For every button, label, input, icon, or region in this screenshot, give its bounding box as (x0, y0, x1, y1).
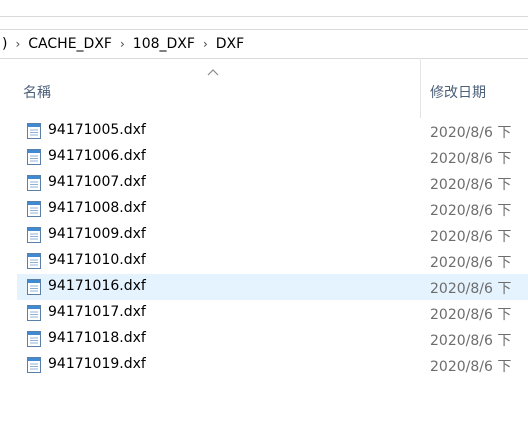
file-date-modified: 2020/8/6 下 (430, 177, 512, 193)
file-row[interactable]: 94171017.dxf 2020/8/6 下 (17, 300, 528, 326)
file-date-modified: 2020/8/6 下 (430, 333, 512, 349)
file-row[interactable]: 94171006.dxf 2020/8/6 下 (17, 144, 528, 170)
file-row[interactable]: 94171019.dxf 2020/8/6 下 (17, 352, 528, 378)
file-date-modified: 2020/8/6 下 (430, 203, 512, 219)
file-date-modified: 2020/8/6 下 (430, 125, 512, 141)
file-date-modified: 2020/8/6 下 (430, 255, 512, 271)
breadcrumb-separator-icon[interactable]: › (195, 37, 216, 51)
file-row[interactable]: 94171009.dxf 2020/8/6 下 (17, 222, 528, 248)
breadcrumb-item-cache-dxf[interactable]: CACHE_DXF (28, 36, 112, 52)
file-name: 94171007.dxf (48, 174, 146, 190)
breadcrumb-separator-icon[interactable]: › (7, 37, 28, 51)
file-row[interactable]: 94171016.dxf 2020/8/6 下 (17, 274, 528, 300)
text-document-icon (27, 227, 41, 243)
column-header-name[interactable]: 名稱 (23, 82, 51, 102)
file-name: 94171009.dxf (48, 226, 146, 242)
file-row[interactable]: 94171007.dxf 2020/8/6 下 (17, 170, 528, 196)
column-divider[interactable] (420, 58, 421, 118)
file-row[interactable]: 94171008.dxf 2020/8/6 下 (17, 196, 528, 222)
text-document-icon (27, 357, 41, 373)
text-document-icon (27, 279, 41, 295)
text-document-icon (27, 253, 41, 269)
file-row[interactable]: 94171005.dxf 2020/8/6 下 (17, 118, 528, 144)
file-name: 94171010.dxf (48, 252, 146, 268)
file-name: 94171006.dxf (48, 148, 146, 164)
text-document-icon (27, 149, 41, 165)
file-name: 94171008.dxf (48, 200, 146, 216)
text-document-icon (27, 331, 41, 347)
sort-ascending-icon (207, 69, 219, 76)
text-document-icon (27, 123, 41, 139)
file-name: 94171016.dxf (48, 278, 146, 294)
file-date-modified: 2020/8/6 下 (430, 281, 512, 297)
column-header-date-modified[interactable]: 修改日期 (430, 82, 486, 102)
address-bar[interactable]: ) › CACHE_DXF › 108_DXF › DXF (0, 29, 528, 59)
file-name: 94171017.dxf (48, 304, 146, 320)
toolbar-strip (0, 0, 528, 24)
breadcrumb-item-108-dxf[interactable]: 108_DXF (133, 36, 195, 52)
text-document-icon (27, 201, 41, 217)
file-date-modified: 2020/8/6 下 (430, 307, 512, 323)
file-date-modified: 2020/8/6 下 (430, 151, 512, 167)
file-date-modified: 2020/8/6 下 (430, 229, 512, 245)
file-name: 94171005.dxf (48, 122, 146, 138)
file-date-modified: 2020/8/6 下 (430, 359, 512, 375)
toolbar-divider (0, 16, 528, 17)
breadcrumb-separator-icon[interactable]: › (112, 37, 133, 51)
text-document-icon (27, 305, 41, 321)
file-name: 94171018.dxf (48, 330, 146, 346)
file-explorer-window: ) › CACHE_DXF › 108_DXF › DXF 名稱 修改日期 94… (0, 0, 528, 437)
text-document-icon (27, 175, 41, 191)
file-name: 94171019.dxf (48, 356, 146, 372)
breadcrumb-item-dxf[interactable]: DXF (216, 36, 244, 52)
file-row[interactable]: 94171010.dxf 2020/8/6 下 (17, 248, 528, 274)
column-header-row: 名稱 修改日期 (0, 58, 528, 118)
file-row[interactable]: 94171018.dxf 2020/8/6 下 (17, 326, 528, 352)
